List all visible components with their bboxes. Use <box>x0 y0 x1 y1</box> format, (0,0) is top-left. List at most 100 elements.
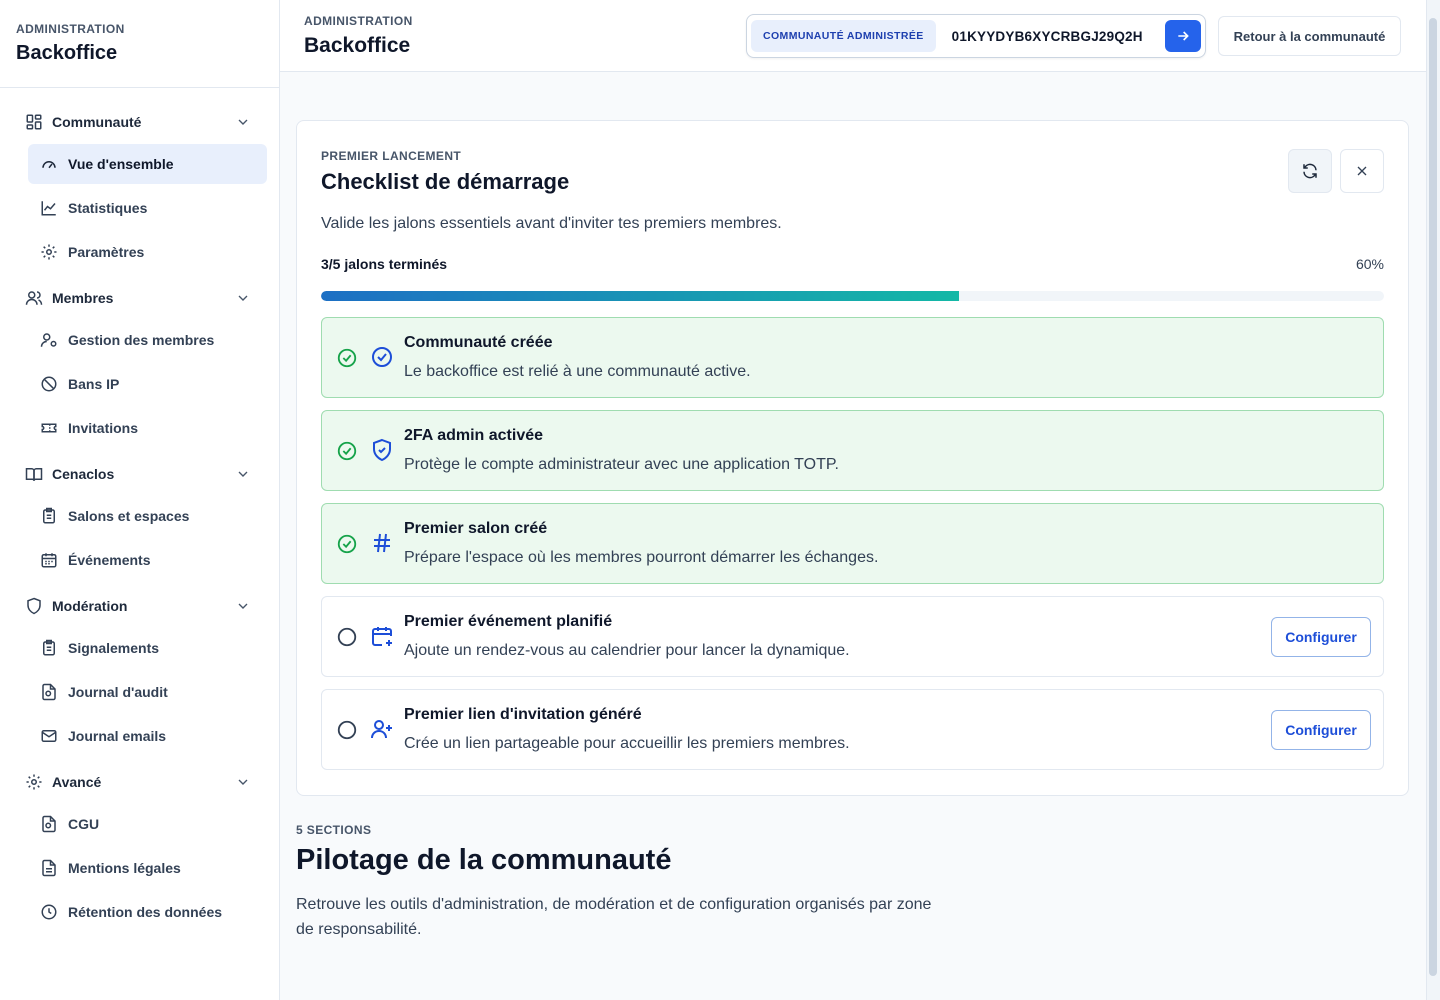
step-title: 2FA admin activée <box>404 427 544 444</box>
gear-icon <box>40 243 58 261</box>
nav-group-label: Avancé <box>52 774 102 790</box>
nav-group-communaute: Communauté Vue d'ensemble Statistiques P… <box>0 104 279 272</box>
configure-invitation-button[interactable]: Configurer <box>1271 710 1371 750</box>
sidebar-item-bans-ip[interactable]: Bans IP <box>28 364 267 404</box>
nav-group-header-communaute[interactable]: Communauté <box>0 104 279 140</box>
file-text-icon <box>40 859 58 877</box>
step-title: Premier lien d'invitation généré <box>404 706 642 723</box>
sidebar-item-label: Statistiques <box>68 200 148 216</box>
topbar-heading: ADMINISTRATION Backoffice <box>304 14 413 58</box>
sidebar-item-cgu[interactable]: CGU <box>28 804 267 844</box>
nav-group-cenaclos: Cenaclos Salons et espaces Événements <box>0 456 279 580</box>
progress-bar <box>321 291 1384 301</box>
clipboard-list-icon <box>40 507 58 525</box>
go-community-button[interactable] <box>1165 20 1201 52</box>
circle-check-icon <box>372 347 392 367</box>
sidebar-item-mentions-legales[interactable]: Mentions légales <box>28 848 267 888</box>
configure-event-button[interactable]: Configurer <box>1271 617 1371 657</box>
check-circle-icon <box>337 348 357 368</box>
page-title: Backoffice <box>304 34 411 57</box>
clock-icon <box>40 903 58 921</box>
sidebar-item-journal-audit[interactable]: Journal d'audit <box>28 672 267 712</box>
sidebar-item-label: Invitations <box>68 420 139 436</box>
mail-icon <box>40 727 58 745</box>
sidebar-item-evenements[interactable]: Événements <box>28 540 267 580</box>
hash-icon <box>374 533 390 553</box>
user-cog-icon <box>40 331 58 349</box>
step-premier-lien-invitation: Premier lien d'invitation généré Crée un… <box>321 689 1384 770</box>
chart-line-icon <box>40 199 58 217</box>
sidebar-title: Backoffice <box>16 42 118 64</box>
sidebar-item-label: Événements <box>68 552 151 568</box>
community-badge: COMMUNAUTÉ ADMINISTRÉE <box>751 20 936 52</box>
community-selector: COMMUNAUTÉ ADMINISTRÉE 01KYYDYB6XYCRBGJ2… <box>746 14 1206 58</box>
refresh-icon <box>1303 163 1317 179</box>
sidebar-item-label: Gestion des membres <box>68 332 215 348</box>
nav-group-label: Membres <box>52 290 114 306</box>
sidebar-item-invitations[interactable]: Invitations <box>28 408 267 448</box>
progress-label: 3/5 jalons terminés <box>321 256 448 272</box>
sidebar-item-salons[interactable]: Salons et espaces <box>28 496 267 536</box>
file-search-icon <box>40 815 58 833</box>
sidebar-item-journal-emails[interactable]: Journal emails <box>28 716 267 756</box>
nav-group-membres: Membres Gestion des membres Bans IP Invi… <box>0 280 279 448</box>
sidebar-item-label: Journal d'audit <box>68 684 168 700</box>
close-button[interactable] <box>1340 149 1384 193</box>
sidebar-item-label: Bans IP <box>68 376 120 392</box>
sidebar-item-label: Rétention des données <box>68 904 223 920</box>
sidebar-item-parametres[interactable]: Paramètres <box>28 232 267 272</box>
ban-icon <box>40 375 58 393</box>
nav-group-label: Cenaclos <box>52 466 115 482</box>
sidebar-item-label: Vue d'ensemble <box>68 156 174 172</box>
refresh-button[interactable] <box>1288 149 1332 193</box>
sidebar-item-gestion-membres[interactable]: Gestion des membres <box>28 320 267 360</box>
shield-icon <box>24 596 44 616</box>
step-description: Ajoute un rendez-vous au calendrier pour… <box>404 642 850 659</box>
nav-group-moderation: Modération Signalements Journal d'audit <box>0 588 279 756</box>
chevron-down-icon <box>238 779 248 785</box>
shield-check-icon <box>373 438 391 462</box>
sidebar-item-label: Salons et espaces <box>68 508 190 524</box>
step-title: Communauté créée <box>404 334 553 351</box>
calendar-plus-icon <box>372 627 392 646</box>
nav-group-header-cenaclos[interactable]: Cenaclos <box>0 456 279 492</box>
community-id[interactable]: 01KYYDYB6XYCRBGJ29Q2H <box>936 29 1165 44</box>
checklist-title: Checklist de démarrage <box>321 169 570 194</box>
step-title: Premier événement planifié <box>404 613 613 630</box>
sidebar-item-vue-ensemble[interactable]: Vue d'ensemble <box>28 144 267 184</box>
file-search-icon <box>40 683 58 701</box>
pilotage-eyebrow: 5 SECTIONS <box>296 823 372 837</box>
checklist-eyebrow: PREMIER LANCEMENT <box>321 149 462 163</box>
nav-group-header-avance[interactable]: Avancé <box>0 764 279 800</box>
step-title: Premier salon créé <box>404 520 548 537</box>
step-description: Crée un lien partageable pour accueillir… <box>404 735 850 752</box>
back-to-community-button[interactable]: Retour à la communauté <box>1218 16 1401 56</box>
user-plus-icon <box>371 720 392 739</box>
nav-group-avance: Avancé CGU Mentions légales Rétention de… <box>0 764 279 932</box>
clipboard-list-icon <box>40 639 58 657</box>
topbar: ADMINISTRATION Backoffice COMMUNAUTÉ ADM… <box>280 0 1426 72</box>
sidebar-item-retention[interactable]: Rétention des données <box>28 892 267 932</box>
grid-icon <box>24 112 44 132</box>
ticket-icon <box>40 419 58 437</box>
gauge-icon <box>40 155 58 173</box>
chevron-down-icon <box>238 603 248 609</box>
users-icon <box>24 288 44 308</box>
check-circle-icon <box>337 534 357 554</box>
checklist-steps: Communauté créée Le backoffice est relié… <box>321 317 1384 782</box>
nav-group-label: Modération <box>52 598 128 614</box>
sidebar-item-statistiques[interactable]: Statistiques <box>28 188 267 228</box>
sidebar-item-signalements[interactable]: Signalements <box>28 628 267 668</box>
check-circle-icon <box>337 441 357 461</box>
nav-group-header-membres[interactable]: Membres <box>0 280 279 316</box>
sidebar-nav: Communauté Vue d'ensemble Statistiques P… <box>0 88 279 932</box>
chevron-down-icon <box>238 119 248 125</box>
sidebar-item-label: CGU <box>68 816 100 832</box>
progress-bar-fill <box>321 291 959 301</box>
step-description: Le backoffice est relié à une communauté… <box>404 363 751 380</box>
nav-group-header-moderation[interactable]: Modération <box>0 588 279 624</box>
scrollbar-thumb[interactable] <box>1429 18 1437 976</box>
checklist-card: PREMIER LANCEMENT Checklist de démarrage… <box>296 120 1409 796</box>
progress-percentage: 60% <box>1355 256 1384 272</box>
book-open-icon <box>24 464 44 484</box>
